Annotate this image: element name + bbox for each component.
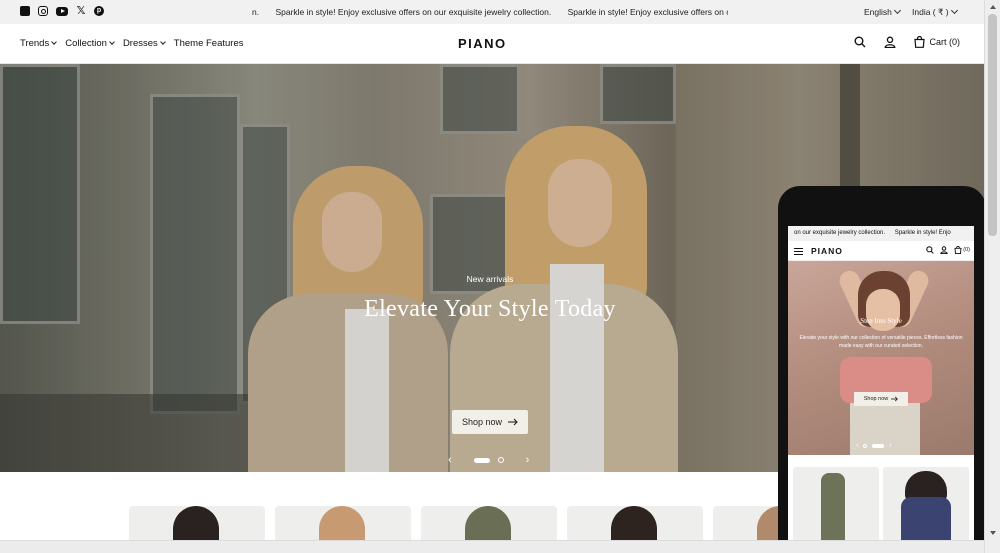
storefront-page: 𝕏 p n. Sparkle in style! Enjoy exclusive… [0,0,984,553]
account-icon[interactable] [884,36,896,48]
mobile-hero-description: Elevate your style with our collection o… [799,335,963,349]
mobile-hero: Step Into Style Elevate your style with … [788,261,974,455]
mobile-announcement-bar: on our exquisite jewelry collection. Spa… [788,226,974,241]
marquee-text: Sparkle in style! Enjoy exclusive offers… [567,7,728,17]
mobile-hero-title: Step Into Style [860,317,902,325]
phone-screen: on our exquisite jewelry collection. Spa… [788,226,974,553]
slider-dot-active[interactable] [872,443,885,448]
chevron-down-icon [893,6,901,15]
chevron-down-icon [159,39,166,45]
shop-now-label: Shop now [461,417,503,427]
nav-item-collection[interactable]: Collection [65,38,115,49]
mobile-hero-content: Step Into Style Elevate your style with … [788,317,974,350]
arrow-right-icon [891,396,899,402]
language-selector[interactable]: English [864,6,901,17]
mobile-shop-now-button[interactable]: Shop now [854,392,908,406]
country-label: India ( ₹ ) [912,7,949,17]
account-icon[interactable] [940,246,948,254]
mobile-logo[interactable]: PIANO [811,246,843,256]
cart-button[interactable]: (0) [954,246,970,254]
nav-item-trends[interactable]: Trends [20,38,58,49]
chevron-down-icon [51,39,58,45]
nav-item-dresses[interactable]: Dresses [123,38,166,49]
shop-now-label: Shop now [863,396,889,402]
nav-item-theme-features[interactable]: Theme Features [174,38,244,49]
youtube-icon[interactable] [56,7,68,16]
announcement-bar: 𝕏 p n. Sparkle in style! Enjoy exclusive… [0,0,984,24]
scrollbar-thumb[interactable] [988,14,997,236]
marquee-text: Sparkle in style! Enjoy exclusive offers… [275,7,552,17]
scroll-down-arrow-icon[interactable] [990,531,996,535]
mobile-product-grid [788,455,974,553]
header-actions: Cart (0) [854,36,960,48]
hero-slider-controls: ‹ › [448,454,529,466]
mobile-header-actions: (0) [926,246,970,254]
scroll-up-arrow-icon[interactable] [990,5,996,9]
country-selector[interactable]: India ( ₹ ) [912,6,958,18]
slider-dot-active[interactable] [473,457,490,463]
chevron-down-icon [950,6,958,15]
main-nav: Trends Collection Dresses Theme Features [20,38,243,49]
marquee-text: Sparkle in style! Enjo [894,230,951,236]
language-label: English [864,7,892,17]
mobile-slider-controls: ‹ › [856,442,892,449]
horizontal-scrollbar[interactable] [0,540,984,553]
slider-prev-button[interactable]: ‹ [448,454,452,466]
pinterest-icon[interactable]: p [94,6,104,16]
menu-icon[interactable] [794,248,803,255]
cart-button[interactable]: Cart (0) [914,36,960,48]
slider-prev-button[interactable]: ‹ [856,442,858,449]
site-header: Trends Collection Dresses Theme Features… [0,24,984,64]
cart-count: (0) [963,247,970,253]
cart-icon [954,246,962,254]
cart-label: Cart (0) [929,37,960,47]
instagram-icon[interactable] [38,6,48,16]
facebook-icon[interactable] [20,6,30,16]
mobile-header: PIANO (0) [788,241,974,261]
slider-dot[interactable] [863,443,868,448]
slider-next-button[interactable]: › [526,454,530,466]
chevron-down-icon [109,39,115,45]
social-links: 𝕏 p [20,6,104,17]
marquee-text: on our exquisite jewelry collection. [794,230,886,236]
slider-next-button[interactable]: › [889,442,891,449]
site-logo[interactable]: PIANO [458,36,507,51]
x-icon[interactable]: 𝕏 [76,6,86,17]
marquee-text: n. [252,7,260,17]
hero-shop-now-button[interactable]: Shop now [452,410,528,434]
slider-dot[interactable] [497,457,504,463]
search-icon[interactable] [854,36,866,48]
arrow-right-icon [508,418,518,426]
search-icon[interactable] [926,246,934,254]
announcement-marquee: n. Sparkle in style! Enjoy exclusive off… [252,7,728,17]
vertical-scrollbar[interactable] [984,0,1000,553]
cart-icon [914,36,926,48]
